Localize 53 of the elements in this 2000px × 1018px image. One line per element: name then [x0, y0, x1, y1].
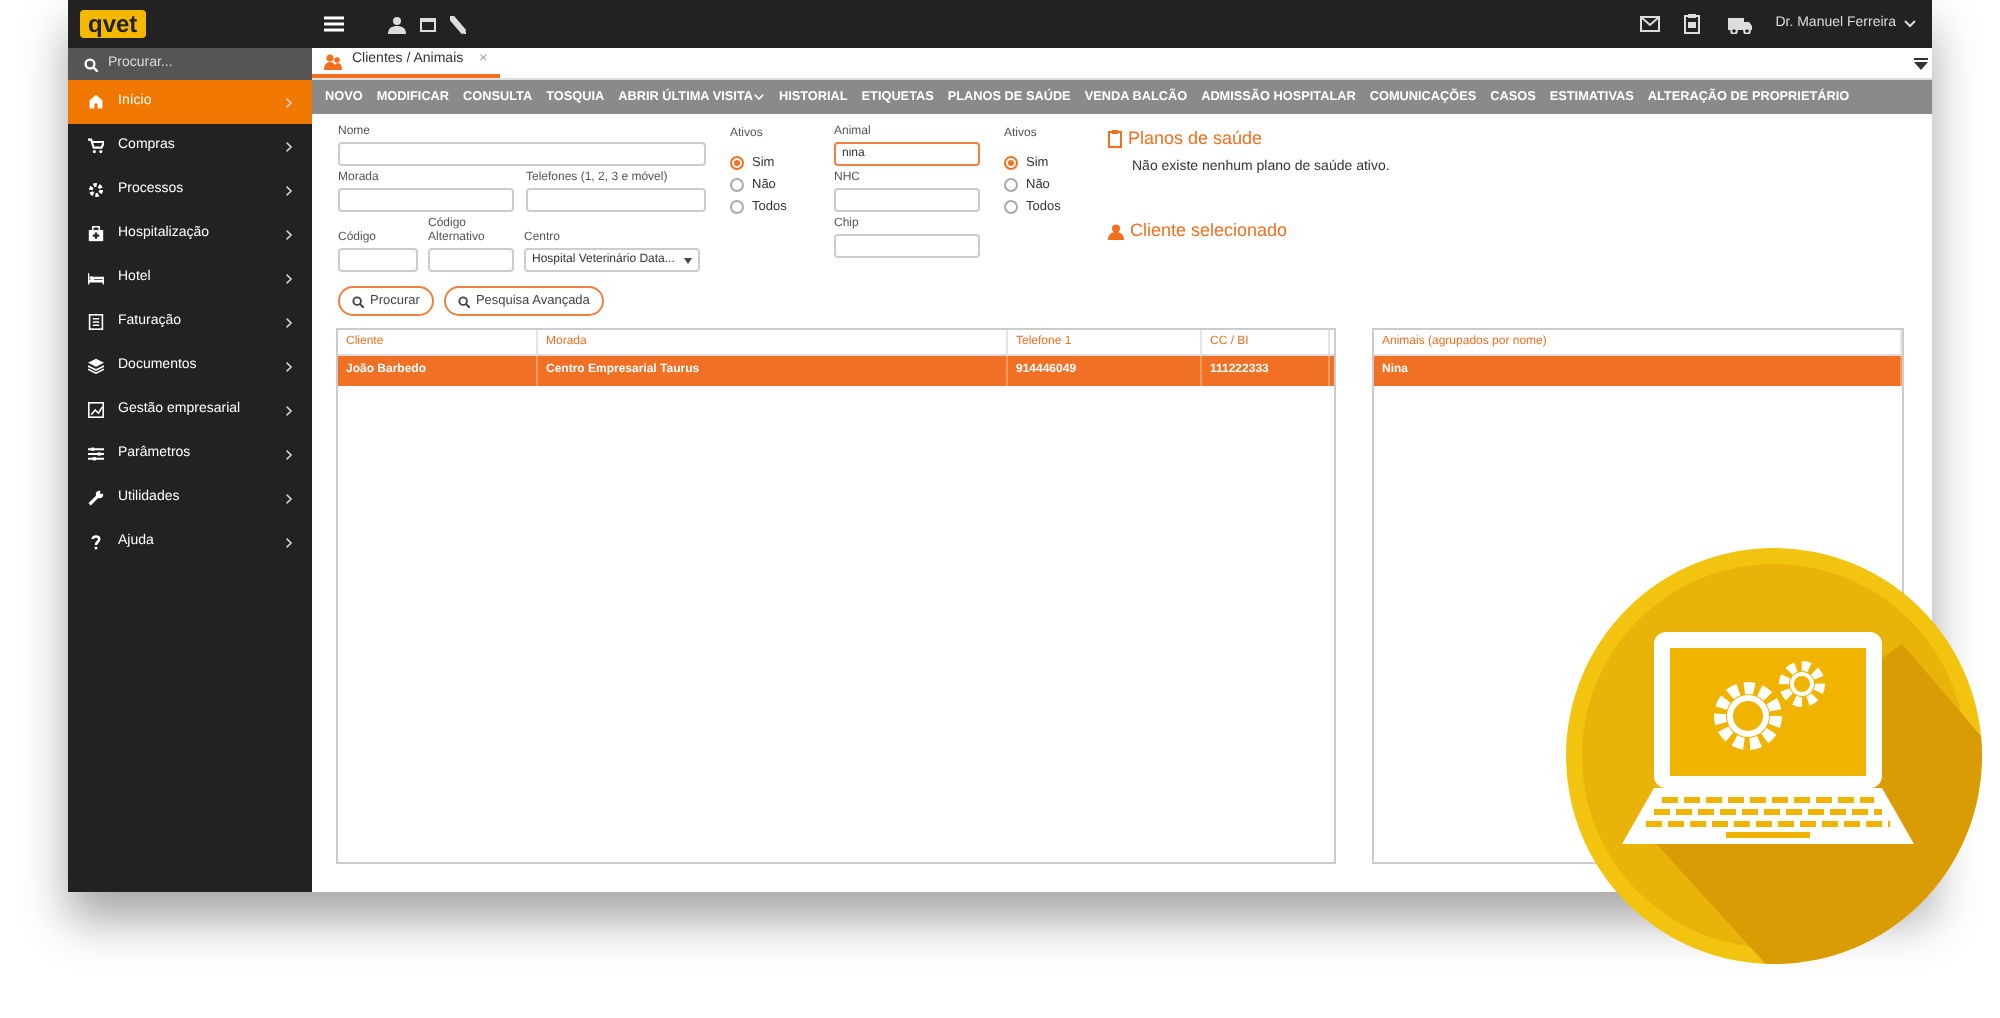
section-title: Planos de saúde [1128, 126, 1263, 152]
input-field[interactable] [338, 248, 418, 272]
chevron-icon [286, 361, 292, 371]
logo: qvet [80, 10, 146, 38]
input-field[interactable] [526, 188, 706, 212]
section-title: Cliente selecionado [1130, 218, 1288, 244]
chevron-icon [286, 273, 292, 283]
radio-button[interactable] [1004, 178, 1018, 192]
cart-icon [88, 138, 104, 154]
radio-button[interactable] [1004, 156, 1018, 170]
input-field[interactable] [428, 248, 514, 272]
mail-icon[interactable] [1639, 16, 1660, 32]
chevron-icon [286, 493, 292, 503]
clipboard-icon [1108, 130, 1122, 149]
home-icon [88, 94, 104, 110]
clipboard-icon[interactable] [1683, 14, 1700, 34]
chevron-icon [286, 405, 292, 415]
radio-button[interactable] [730, 156, 744, 170]
person-icon [1108, 223, 1124, 240]
radio-button[interactable] [730, 200, 744, 214]
chevron-icon [286, 97, 292, 107]
input-field[interactable] [338, 188, 514, 212]
users-icon [324, 53, 342, 69]
chevron-icon [286, 317, 292, 327]
document-icon [88, 314, 104, 330]
chevron-icon [286, 141, 292, 151]
bed-icon [88, 270, 104, 286]
wrench-icon [88, 490, 104, 506]
radio-button[interactable] [1004, 200, 1018, 214]
caret-icon [684, 257, 692, 263]
search-icon [352, 295, 364, 307]
chart-icon [88, 402, 104, 418]
chevron-icon [286, 449, 292, 459]
filter-icon[interactable] [1914, 57, 1928, 69]
chevron-icon [286, 537, 292, 547]
sliders-icon [88, 446, 104, 462]
gear-icon [88, 182, 104, 198]
menu-icon[interactable] [324, 16, 344, 32]
input-field[interactable] [834, 188, 980, 212]
chevron-icon [286, 185, 292, 195]
radio-button[interactable] [730, 178, 744, 192]
question-icon [88, 534, 104, 550]
chevron-icon [286, 229, 292, 239]
caret-icon [754, 93, 765, 100]
medical-bag-icon [88, 226, 104, 242]
search-icon [457, 295, 470, 307]
layers-icon [88, 358, 104, 374]
caret-icon [1904, 20, 1916, 28]
search-icon [84, 57, 98, 71]
input-field[interactable] [338, 142, 706, 166]
input-field[interactable] [834, 234, 980, 258]
calendar-icon[interactable] [420, 16, 436, 32]
user-icon[interactable] [388, 15, 406, 33]
